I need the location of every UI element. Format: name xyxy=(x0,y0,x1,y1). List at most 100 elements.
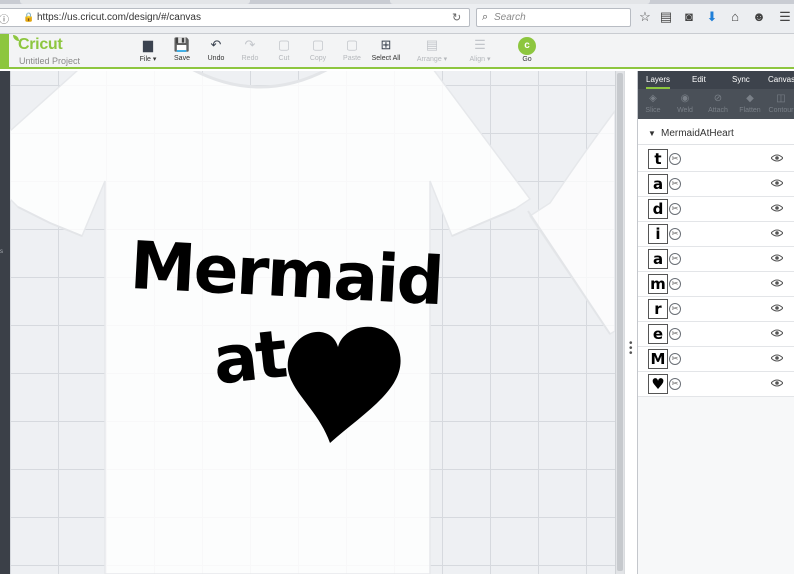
design-text-at[interactable]: at xyxy=(209,315,289,399)
select-all-label: Select All xyxy=(371,55,401,62)
select-all-icon: ⊞ xyxy=(380,37,392,52)
layer-row[interactable]: r ✂ xyxy=(638,297,794,322)
cut-type-icon[interactable]: ✂ xyxy=(669,353,681,365)
layer-row[interactable]: M ✂ xyxy=(638,347,794,372)
address-bar[interactable]: ⓘ 🔒 https://us.cricut.com/design/#/canva… xyxy=(0,8,470,27)
design-canvas[interactable]: Mermaid at xyxy=(10,71,615,574)
left-sidebar[interactable]: s xyxy=(0,71,10,574)
arrange-button[interactable]: ▤ Arrange ▾ xyxy=(412,37,452,65)
weld-label: Weld xyxy=(677,107,693,114)
layer-thumbnail: d xyxy=(648,199,668,219)
cut-type-icon[interactable]: ✂ xyxy=(669,303,681,315)
arrange-icon: ▤ xyxy=(425,37,439,52)
weld-button[interactable]: ◉ Weld xyxy=(670,92,700,114)
cut-type-icon[interactable]: ✂ xyxy=(669,178,681,190)
layer-thumbnail: r xyxy=(648,299,668,319)
browser-tab[interactable] xyxy=(20,0,250,4)
layer-group-name: MermaidAtHeart xyxy=(661,128,734,139)
layer-row[interactable]: m ✂ xyxy=(638,272,794,297)
attach-icon: ⊘ xyxy=(713,93,723,104)
download-icon[interactable]: ⬇ xyxy=(703,8,721,26)
visibility-eye-icon[interactable] xyxy=(771,354,783,362)
visibility-eye-icon[interactable] xyxy=(771,329,783,337)
search-placeholder: Search xyxy=(494,12,526,23)
align-label: Align ▾ xyxy=(469,56,491,63)
layer-thumbnail: i xyxy=(648,224,668,244)
layer-thumbnail: ♥ xyxy=(648,374,668,394)
reading-list-icon[interactable]: ▤ xyxy=(657,8,675,26)
contour-button[interactable]: ◫ Contour xyxy=(766,92,794,114)
cricut-logo: Cricut xyxy=(18,36,63,53)
home-icon[interactable]: ⌂ xyxy=(726,8,744,26)
tab-layers[interactable]: Layers xyxy=(646,75,671,89)
chat-icon[interactable]: ☻ xyxy=(750,8,768,26)
select-all-button[interactable]: ⊞ Select All xyxy=(366,37,406,65)
info-icon[interactable]: ⓘ xyxy=(0,11,11,26)
contour-icon: ◫ xyxy=(776,93,786,104)
tab-strip xyxy=(0,0,794,4)
slice-label: Slice xyxy=(645,107,661,114)
browser-tab[interactable] xyxy=(390,0,650,4)
panel-empty-area xyxy=(638,397,794,574)
layer-group-row[interactable]: ▼ MermaidAtHeart xyxy=(638,123,794,145)
design-text-mermaid[interactable]: Mermaid xyxy=(128,227,444,320)
layer-row[interactable]: i ✂ xyxy=(638,222,794,247)
flatten-button[interactable]: ◆ Flatten xyxy=(735,92,765,114)
panel-tabs: Layers Edit Sync Canvas xyxy=(638,71,794,89)
sidebar-mark: s xyxy=(0,249,3,255)
layer-thumbnail: m xyxy=(648,274,668,294)
tab-edit[interactable]: Edit xyxy=(692,75,706,84)
cut-type-icon[interactable]: ✂ xyxy=(669,378,681,390)
scrollbar-thumb[interactable] xyxy=(617,73,623,571)
layer-row[interactable]: ♥ ✂ xyxy=(638,372,794,397)
attach-button[interactable]: ⊘ Attach xyxy=(703,92,733,114)
layer-row[interactable]: e ✂ xyxy=(638,322,794,347)
nav-toggle[interactable] xyxy=(0,34,9,69)
slice-button[interactable]: ◈ Slice xyxy=(638,92,668,114)
align-button[interactable]: ☰ Align ▾ xyxy=(460,37,500,65)
tab-sync[interactable]: Sync xyxy=(732,75,750,84)
visibility-eye-icon[interactable] xyxy=(771,204,783,212)
url-text[interactable]: https://us.cricut.com/design/#/canvas xyxy=(37,12,201,23)
visibility-eye-icon[interactable] xyxy=(771,304,783,312)
tab-canvas[interactable]: Canvas xyxy=(768,75,794,84)
heart-icon[interactable] xyxy=(286,323,406,445)
drag-handle-icon[interactable]: • • • xyxy=(629,339,633,359)
lock-icon[interactable]: 🔒 xyxy=(23,13,34,22)
pocket-icon[interactable]: ◙ xyxy=(680,8,698,26)
flatten-label: Flatten xyxy=(739,107,761,114)
cut-type-icon[interactable]: ✂ xyxy=(669,203,681,215)
layer-row[interactable]: t ✂ xyxy=(638,147,794,172)
align-icon: ☰ xyxy=(474,37,486,52)
slice-icon: ◈ xyxy=(649,93,657,104)
caret-down-icon[interactable]: ▼ xyxy=(648,129,656,138)
layer-row[interactable]: d ✂ xyxy=(638,197,794,222)
go-button[interactable]: c xyxy=(518,37,536,55)
visibility-eye-icon[interactable] xyxy=(771,279,783,287)
panel-divider[interactable]: • • • xyxy=(624,71,637,574)
cut-type-icon[interactable]: ✂ xyxy=(669,328,681,340)
menu-icon[interactable]: ☰ xyxy=(776,8,794,26)
panel-tools: ◈ Slice ◉ Weld ⊘ Attach ◆ Flatten ◫ Contour xyxy=(638,89,794,119)
project-name[interactable]: Untitled Project xyxy=(19,56,80,66)
flatten-icon: ◆ xyxy=(746,93,754,104)
layer-row[interactable]: a ✂ xyxy=(638,247,794,272)
go-label: Go xyxy=(522,56,532,63)
layer-thumbnail: a xyxy=(648,174,668,194)
canvas-scrollbar[interactable] xyxy=(615,71,624,574)
bookmark-star-icon[interactable]: ☆ xyxy=(636,8,654,26)
layer-row[interactable]: a ✂ xyxy=(638,172,794,197)
layers-panel: Layers Edit Sync Canvas ◈ Slice ◉ Weld ⊘ Attach ◆… xyxy=(637,71,794,574)
cut-type-icon[interactable]: ✂ xyxy=(669,228,681,240)
visibility-eye-icon[interactable] xyxy=(771,179,783,187)
attach-label: Attach xyxy=(708,107,728,114)
search-input[interactable]: ⌕ Search xyxy=(476,8,631,27)
visibility-eye-icon[interactable] xyxy=(771,379,783,387)
reload-icon[interactable]: ↻ xyxy=(452,11,461,24)
visibility-eye-icon[interactable] xyxy=(771,254,783,262)
cut-type-icon[interactable]: ✂ xyxy=(669,253,681,265)
cut-type-icon[interactable]: ✂ xyxy=(669,153,681,165)
cut-type-icon[interactable]: ✂ xyxy=(669,278,681,290)
visibility-eye-icon[interactable] xyxy=(771,154,783,162)
visibility-eye-icon[interactable] xyxy=(771,229,783,237)
